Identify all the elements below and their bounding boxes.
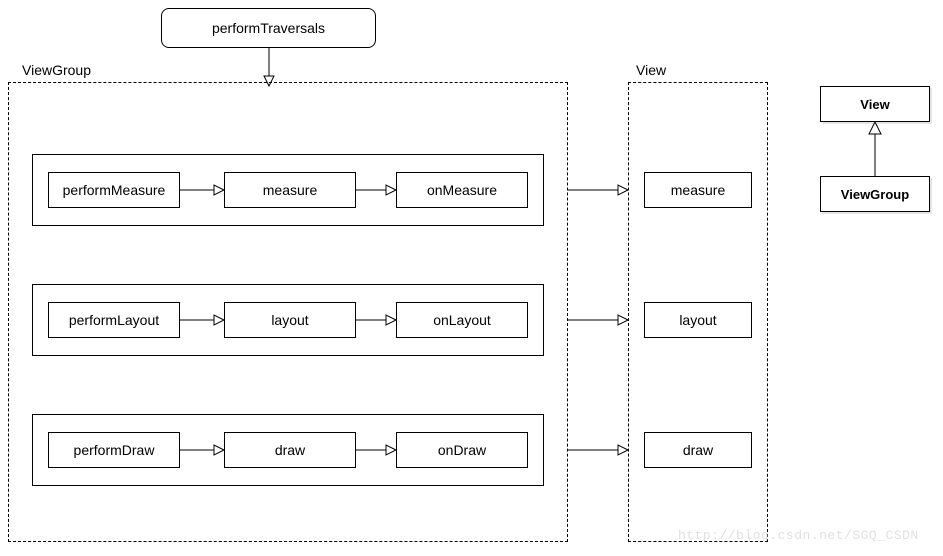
arrow-r3-a	[180, 444, 224, 456]
perform-draw-box: performDraw	[48, 432, 180, 468]
arrow-r2-c	[568, 314, 628, 326]
perform-traversals-box: performTraversals	[161, 8, 376, 48]
watermark-text: http://blog.csdn.net/SGQ_CSDN	[678, 528, 919, 543]
perform-measure-box: performMeasure	[48, 172, 180, 208]
perform-layout-label: performLayout	[69, 312, 159, 328]
view-layout-label: layout	[679, 312, 716, 328]
layout-box: layout	[224, 302, 356, 338]
inheritance-arrow	[869, 122, 881, 176]
arrow-r2-b	[356, 314, 396, 326]
on-layout-box: onLayout	[396, 302, 528, 338]
arrow-r2-a	[180, 314, 224, 326]
arrow-r1-c	[568, 184, 628, 196]
arrow-r1-a	[180, 184, 224, 196]
class-view-label: View	[860, 97, 889, 112]
on-layout-label: onLayout	[433, 312, 491, 328]
perform-traversals-label: performTraversals	[212, 20, 325, 36]
measure-label: measure	[263, 182, 317, 198]
draw-box: draw	[224, 432, 356, 468]
class-viewgroup-label: ViewGroup	[841, 187, 909, 202]
perform-layout-box: performLayout	[48, 302, 180, 338]
perform-measure-label: performMeasure	[63, 182, 166, 198]
measure-box: measure	[224, 172, 356, 208]
view-draw-box: draw	[644, 432, 752, 468]
arrow-r3-c	[568, 444, 628, 456]
view-layout-box: layout	[644, 302, 752, 338]
view-draw-label: draw	[683, 442, 713, 458]
class-viewgroup-box: ViewGroup	[820, 176, 930, 212]
perform-draw-label: performDraw	[74, 442, 155, 458]
draw-label: draw	[275, 442, 305, 458]
arrow-r3-b	[356, 444, 396, 456]
viewgroup-label: ViewGroup	[22, 62, 91, 78]
view-measure-label: measure	[671, 182, 725, 198]
on-draw-box: onDraw	[396, 432, 528, 468]
on-measure-label: onMeasure	[427, 182, 497, 198]
on-measure-box: onMeasure	[396, 172, 528, 208]
layout-label: layout	[271, 312, 308, 328]
view-measure-box: measure	[644, 172, 752, 208]
class-view-box: View	[820, 86, 930, 122]
view-label-title: View	[636, 62, 666, 78]
arrow-r1-b	[356, 184, 396, 196]
on-draw-label: onDraw	[438, 442, 486, 458]
